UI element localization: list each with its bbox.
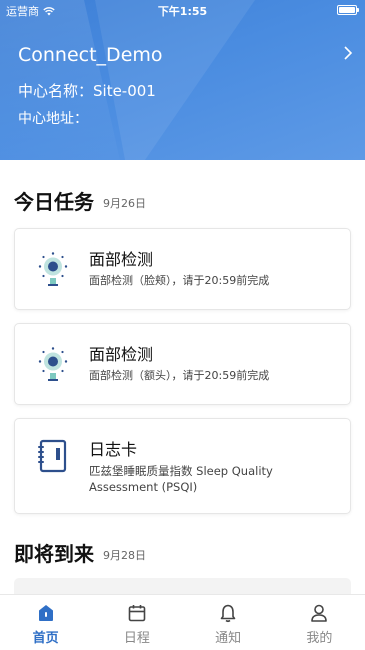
tab-label: 通知 (215, 631, 242, 646)
tab-home[interactable]: 首页 (0, 595, 91, 650)
task-title: 面部检测 (89, 345, 154, 364)
app-title[interactable]: Connect_Demo (18, 44, 163, 66)
status-time: 下午1:55 (157, 5, 208, 18)
task-card-diary[interactable]: 日志卡 匹兹堡睡眠质量指数 Sleep Quality Assessment (… (14, 418, 351, 514)
battery-icon (337, 5, 359, 15)
face-camera-icon (37, 346, 69, 386)
user-icon (311, 604, 328, 622)
upcoming-section-title: 即将到来 (14, 542, 94, 566)
task-description: 面部检测（脸颊），请于20:59前完成 (89, 274, 270, 287)
today-section-title: 今日任务 (14, 190, 94, 214)
status-bar: 运营商 下午1:55 (0, 0, 365, 20)
task-title: 面部检测 (89, 250, 154, 269)
upcoming-date: 9月28日 (103, 549, 146, 562)
tab-label: 我的 (306, 631, 333, 646)
home-icon (38, 605, 53, 621)
task-card-face-cheek[interactable]: 面部检测 面部检测（脸颊），请于20:59前完成 (14, 228, 351, 310)
face-camera-icon (37, 251, 69, 291)
task-title: 日志卡 (89, 440, 138, 459)
center-address: 中心地址： (18, 111, 88, 127)
task-description: 面部检测（额头），请于20:59前完成 (89, 369, 270, 382)
tab-profile[interactable]: 我的 (274, 595, 365, 650)
center-name: 中心名称：Site-001 (18, 82, 156, 100)
calendar-icon (128, 605, 146, 622)
tab-notifications[interactable]: 通知 (183, 595, 274, 650)
today-date: 9月26日 (103, 197, 146, 210)
task-description: 匹兹堡睡眠质量指数 Sleep Quality Assessment (PSQI… (89, 464, 273, 494)
header-banner: 运营商 下午1:55 Connect_Demo 中心名称：Site-001 中心… (0, 0, 365, 160)
tab-label: 日程 (123, 631, 150, 646)
task-card-face-forehead[interactable]: 面部检测 面部检测（额头），请于20:59前完成 (14, 323, 351, 405)
tab-label: 首页 (32, 631, 59, 646)
tab-bar: 首页 日程 通知 我的 (0, 594, 365, 650)
notebook-icon (37, 439, 69, 477)
tab-schedule[interactable]: 日程 (91, 595, 182, 650)
chevron-right-icon[interactable] (343, 45, 353, 66)
bell-icon (220, 604, 236, 623)
